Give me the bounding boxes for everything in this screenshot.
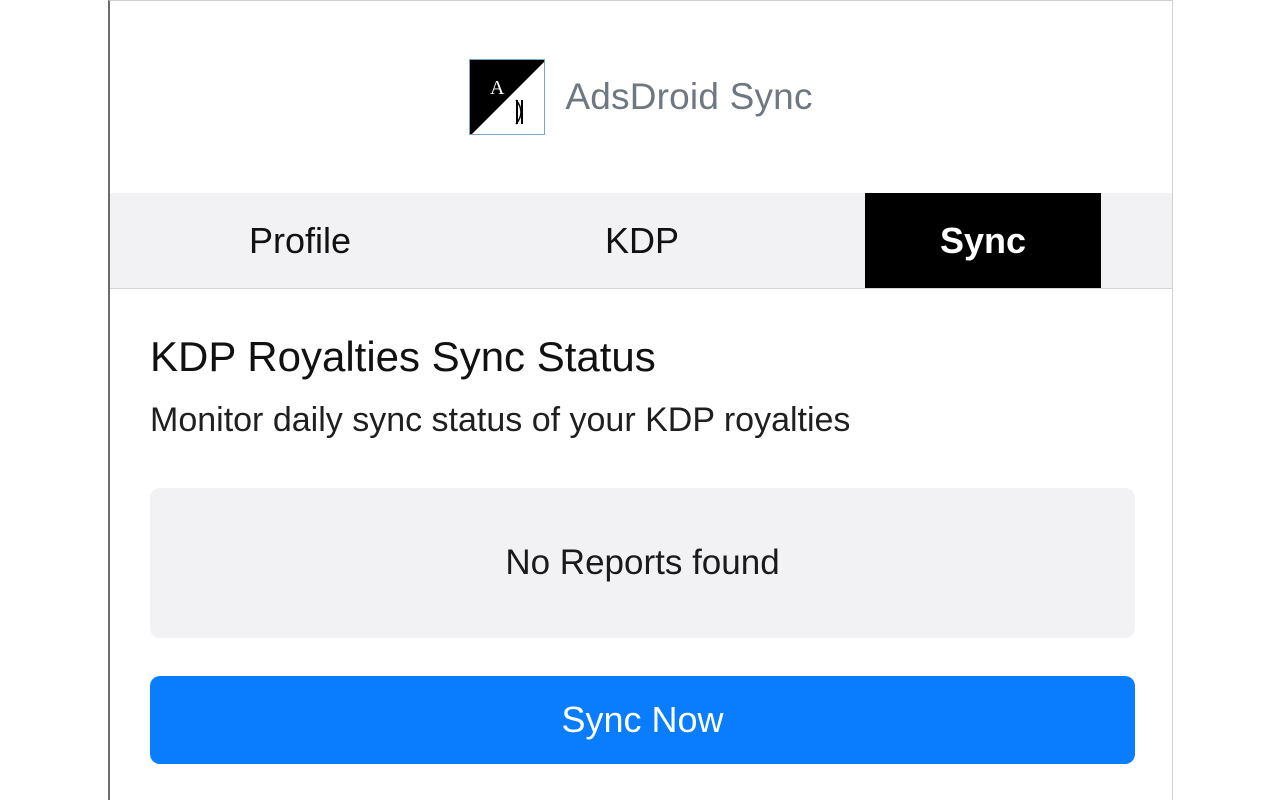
tab-sync[interactable]: Sync [865, 193, 1101, 288]
section-subtitle: Monitor daily sync status of your KDP ro… [150, 401, 851, 439]
app-title: AdsDroid Sync [565, 76, 813, 117]
tab-kdp[interactable]: KDP [524, 193, 760, 288]
reports-empty-state: No Reports found [150, 488, 1135, 638]
section-title: KDP Royalties Sync Status [150, 333, 656, 380]
svg-text:A: A [490, 77, 505, 99]
tab-profile[interactable]: Profile [182, 193, 418, 288]
sync-now-button[interactable]: Sync Now [150, 676, 1135, 764]
tab-bar: Profile KDP Sync [110, 193, 1172, 289]
popup-header: A AdsDroid Sync [110, 1, 1172, 193]
extension-popup: A AdsDroid Sync Profile KDP Sync KDP Roy… [108, 0, 1173, 800]
adsdroid-logo-icon: A [469, 59, 546, 135]
empty-state-message: No Reports found [505, 543, 780, 582]
